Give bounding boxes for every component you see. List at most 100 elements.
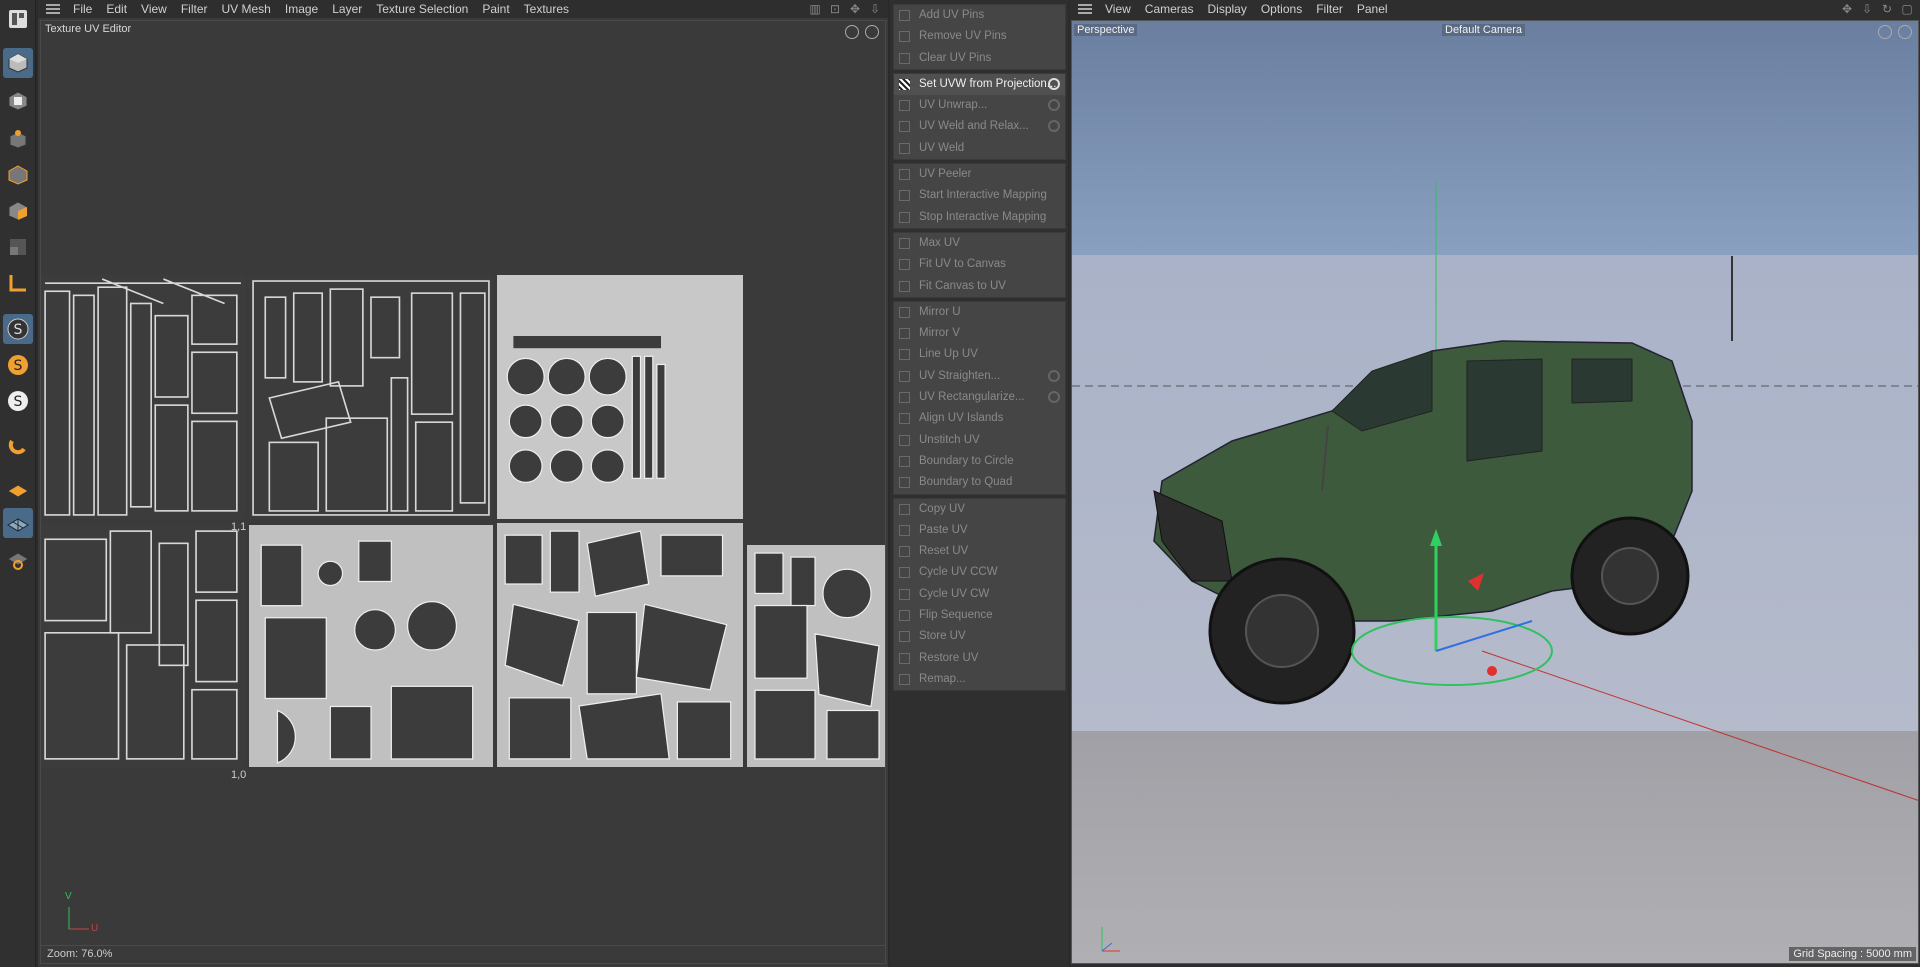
vp-menu-options[interactable]: Options (1254, 0, 1309, 18)
command-item[interactable]: Align UV Islands (894, 408, 1065, 429)
command-item[interactable]: Unstitch UV (894, 430, 1065, 451)
command-item[interactable]: Mirror U (894, 302, 1065, 323)
command-label: UV Unwrap... (919, 99, 988, 112)
uv-panel-menu-icon[interactable] (46, 4, 60, 14)
command-item[interactable]: UV Peeler (894, 164, 1065, 185)
command-item[interactable]: Clear UV Pins (894, 48, 1065, 69)
gear-icon[interactable] (1048, 77, 1060, 90)
magnet-icon[interactable] (3, 430, 33, 460)
uv-polygons-icon[interactable] (3, 232, 33, 262)
command-item[interactable]: Cycle UV CW (894, 584, 1065, 605)
uv-menu-texture-selection[interactable]: Texture Selection (369, 0, 475, 18)
uv-menu-image[interactable]: Image (278, 0, 325, 18)
texture-mode-icon[interactable] (3, 86, 33, 116)
vp-refresh-icon[interactable] (1898, 25, 1912, 39)
command-item[interactable]: Mirror V (894, 323, 1065, 344)
command-item[interactable]: Reset UV (894, 541, 1065, 562)
command-icon (899, 190, 910, 202)
edges-mode-icon[interactable] (3, 160, 33, 190)
command-item[interactable]: Start Interactive Mapping (894, 185, 1065, 206)
vp-menu-cameras[interactable]: Cameras (1138, 0, 1201, 18)
viewport-mode-label[interactable]: Perspective (1074, 24, 1138, 36)
command-item[interactable]: UV Straighten... (894, 366, 1065, 387)
uv-canvas[interactable]: Texture UV Editor 1,1 1,0 V U Zoom: 76.0… (40, 20, 886, 964)
points-mode-icon[interactable] (3, 124, 33, 154)
workplane-icon[interactable] (3, 474, 33, 504)
command-icon (899, 52, 910, 64)
command-label: Cycle UV CW (919, 587, 990, 600)
zoom-view-icon[interactable]: ⇩ (868, 2, 882, 16)
command-item[interactable]: UV Weld (894, 138, 1065, 159)
vp-move-icon[interactable]: ✥ (1840, 2, 1854, 16)
command-item[interactable]: Add UV Pins (894, 5, 1065, 26)
uv-menu-uv-mesh[interactable]: UV Mesh (215, 0, 278, 18)
gear-icon[interactable] (1048, 391, 1060, 404)
command-icon (899, 121, 910, 133)
command-label: Boundary to Circle (919, 454, 1014, 467)
uv-tile (41, 523, 245, 767)
uv-menu-view[interactable]: View (134, 0, 174, 18)
snap-icon[interactable]: S (3, 314, 33, 344)
command-group: Mirror U Mirror V Line Up UV UV Straighten.… (893, 300, 1066, 495)
axis-mode-icon[interactable] (3, 268, 33, 298)
vp-maximize-icon[interactable]: ▢ (1900, 2, 1914, 16)
command-item[interactable]: Boundary to Circle (894, 451, 1065, 472)
command-label: Stop Interactive Mapping (919, 210, 1047, 223)
command-item[interactable]: UV Unwrap... (894, 95, 1065, 116)
uv-menu-filter[interactable]: Filter (174, 0, 215, 18)
uv-menu-file[interactable]: File (66, 0, 99, 18)
viewport-camera-label[interactable]: Default Camera (1442, 24, 1526, 36)
command-label: UV Straighten... (919, 369, 1001, 382)
lock-icon[interactable]: ⊡ (828, 2, 842, 16)
gear-icon[interactable] (1048, 99, 1060, 112)
command-item[interactable]: Flip Sequence (894, 605, 1065, 626)
uv-menu-layer[interactable]: Layer (325, 0, 369, 18)
vp-menu-view[interactable]: View (1098, 0, 1138, 18)
command-item[interactable]: Copy UV (894, 499, 1065, 520)
command-item[interactable]: Cycle UV CCW (894, 562, 1065, 583)
command-item[interactable]: Restore UV (894, 648, 1065, 669)
model-mode-icon[interactable] (3, 48, 33, 78)
command-item[interactable]: Remove UV Pins (894, 26, 1065, 47)
command-item[interactable]: UV Weld and Relax... (894, 116, 1065, 137)
vp-zoom-icon[interactable]: ⇩ (1860, 2, 1874, 16)
grid-spacing-readout: Grid Spacing : 5000 mm (1789, 947, 1916, 961)
uv-menu-edit[interactable]: Edit (99, 0, 134, 18)
3d-viewport[interactable]: Perspective Default Camera Grid Spacing … (1071, 20, 1919, 964)
gear-icon[interactable] (1048, 120, 1060, 133)
snap-settings-icon[interactable]: S (3, 350, 33, 380)
command-label: Unstitch UV (919, 433, 980, 446)
uv-menu-paint[interactable]: Paint (475, 0, 516, 18)
command-item[interactable]: UV Rectangularize... (894, 387, 1065, 408)
uv-refresh-icon[interactable] (865, 25, 879, 39)
command-label: Add UV Pins (919, 9, 985, 21)
viewport-menubar: View Cameras Display Options Filter Pane… (1070, 0, 1920, 18)
command-item[interactable]: Remap... (894, 669, 1065, 690)
uv-menu-textures[interactable]: Textures (517, 0, 576, 18)
command-item[interactable]: Fit Canvas to UV (894, 276, 1065, 297)
viewport-panel-menu-icon[interactable] (1078, 4, 1092, 14)
command-item[interactable]: Max UV (894, 233, 1065, 254)
locked-workplane-icon[interactable] (3, 544, 33, 574)
vp-menu-filter[interactable]: Filter (1309, 0, 1350, 18)
command-item[interactable]: Line Up UV (894, 344, 1065, 365)
vp-pin-icon[interactable] (1878, 25, 1892, 39)
vp-rotate-icon[interactable]: ↻ (1880, 2, 1894, 16)
command-item[interactable]: Stop Interactive Mapping (894, 207, 1065, 228)
histogram-icon[interactable]: ▥ (808, 2, 822, 16)
vp-menu-panel[interactable]: Panel (1350, 0, 1395, 18)
move-view-icon[interactable]: ✥ (848, 2, 862, 16)
command-item[interactable]: Paste UV (894, 520, 1065, 541)
command-label: UV Peeler (919, 168, 972, 181)
app-logo-icon[interactable] (3, 4, 33, 34)
solo-icon[interactable]: S (3, 386, 33, 416)
command-item[interactable]: Boundary to Quad (894, 472, 1065, 493)
gear-icon[interactable] (1048, 369, 1060, 382)
vp-menu-display[interactable]: Display (1200, 0, 1253, 18)
command-item[interactable]: Store UV (894, 626, 1065, 647)
grid-icon[interactable] (3, 508, 33, 538)
uv-pin-icon[interactable] (845, 25, 859, 39)
command-item[interactable]: Fit UV to Canvas (894, 254, 1065, 275)
command-item[interactable]: Set UVW from Projection... (894, 73, 1065, 96)
polygons-mode-icon[interactable] (3, 196, 33, 226)
